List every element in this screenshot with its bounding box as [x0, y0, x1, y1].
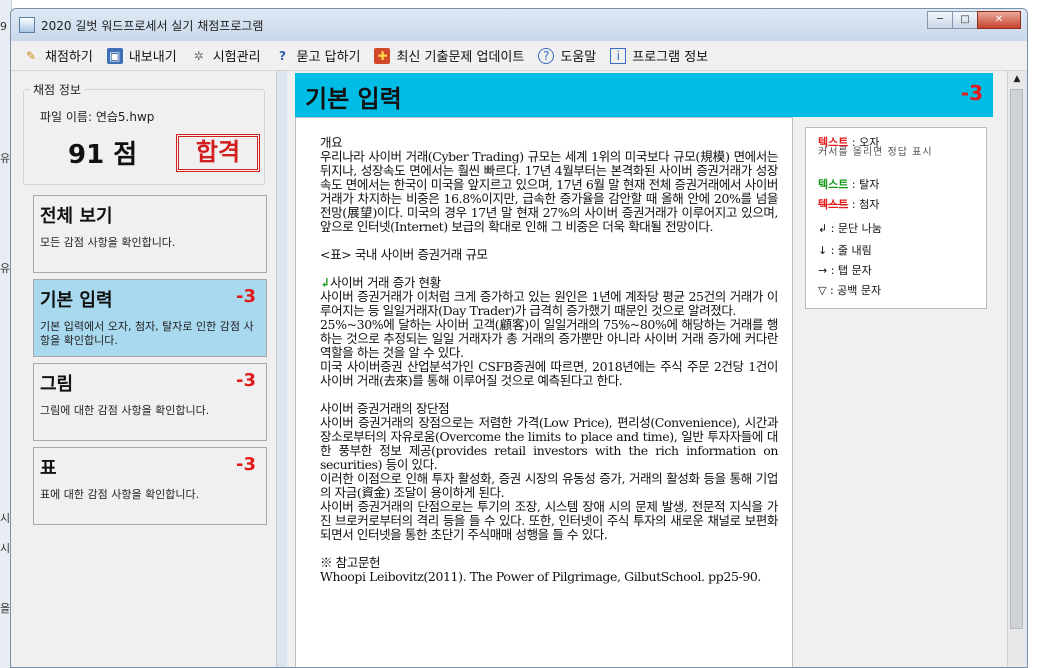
legend-omit: 텍스트 : 탈자: [818, 176, 879, 192]
menu-exam-manage[interactable]: ✲ 시험관리: [191, 46, 261, 66]
doc-line: 사이버 증권거래의 장단점: [320, 401, 450, 416]
legend-extra-label: : 첨자: [848, 198, 880, 211]
card-picture[interactable]: 그림 -3 그림에 대한 감점 사항을 확인합니다.: [33, 363, 267, 441]
doc-blank-line: [320, 542, 778, 556]
doc-line: <표> 국내 사이버 증권거래 규모: [320, 247, 488, 262]
score-group-label: 채점 정보: [30, 81, 84, 98]
menu-label: 최신 기출문제 업데이트: [396, 50, 525, 65]
section-header: 기본 입력 -3: [295, 73, 993, 117]
window-controls: ─ □ ✕: [927, 11, 1021, 29]
card-title: 기본 입력: [40, 290, 113, 311]
legend-typo-note: 커서를 올리면 정답 표시: [818, 147, 933, 158]
desktop-edge-text: 시: [0, 542, 11, 555]
menu-label: 시험관리: [212, 50, 261, 65]
menu-bar: ✎ 채점하기 ▣ 내보내기 ✲ 시험관리 ? 묻고 답하기 ✚ 최신 기출문제 …: [11, 41, 1027, 71]
gear-icon: ✲: [193, 48, 204, 63]
desktop-edge-text: 유: [0, 262, 11, 275]
doc-line: 개요: [320, 135, 343, 150]
legend-linebreak: ↓ : 줄 내림: [818, 244, 872, 257]
sidebar: 채점 정보 파일 이름: 연습5.hwp 91 점 합격 전체 보기 모든 감점…: [11, 71, 277, 667]
card-view-all[interactable]: 전체 보기 모든 감점 사항을 확인합니다.: [33, 195, 267, 273]
card-table[interactable]: 표 -3 표에 대한 감점 사항을 확인합니다.: [33, 447, 267, 525]
doc-line: 사이버 증권거래가 이처럼 크게 증가하고 있는 원인은 1년에 계좌당 평균 …: [320, 289, 778, 318]
doc-blank-line: [320, 388, 778, 402]
menu-label: 묻고 답하기: [296, 50, 361, 65]
gift-icon: ✚: [374, 47, 391, 64]
legend-omit-label: : 탈자: [848, 178, 880, 191]
legend-space: ▽ : 공백 문자: [818, 284, 882, 297]
card-description: 모든 감점 사항을 확인합니다.: [40, 236, 176, 249]
card-basic-input[interactable]: 기본 입력 -3 기본 입력에서 오자, 첨자, 탈자로 인한 감점 사항을 확…: [33, 279, 267, 357]
pencil-icon: ✎: [25, 48, 37, 63]
scroll-up-arrow-icon[interactable]: ▲: [1009, 71, 1025, 87]
app-window: 2020 길벗 워드프로세서 실기 채점프로그램 ─ □ ✕ ✎ 채점하기 ▣ …: [10, 8, 1028, 668]
doc-line: 우리나라 사이버 거래(Cyber Trading) 규모는 세계 1위의 미국…: [320, 149, 778, 234]
doc-line: 25%~30%에 달하는 사이버 고객(顧客)이 일일거래의 75%~80%에 …: [320, 317, 778, 360]
doc-line: Whoopi Leibovitz(2011). The Power of Pil…: [320, 569, 761, 584]
card-title: 표: [40, 458, 57, 479]
menu-qa[interactable]: ? 묻고 답하기: [275, 46, 361, 66]
legend-tab: → : 탭 문자: [818, 264, 872, 277]
app-icon: [19, 17, 35, 33]
menu-update[interactable]: ✚ 최신 기출문제 업데이트: [374, 46, 524, 65]
menu-label: 내보내기: [128, 50, 177, 65]
file-name-label: 파일 이름: 연습5.hwp: [40, 110, 155, 124]
maximize-button[interactable]: □: [952, 11, 978, 29]
doc-blank-line: [320, 234, 778, 248]
card-penalty: -3: [236, 370, 256, 391]
desktop-edge-text: 유: [0, 152, 11, 165]
doc-line: 사이버 증권거래의 단점으로는 투기의 조장, 시스템 장애 시의 문제 발생,…: [320, 499, 778, 542]
document-preview[interactable]: 개요 우리나라 사이버 거래(Cyber Trading) 규모는 세계 1위의…: [295, 117, 793, 667]
menu-help[interactable]: ? 도움말: [538, 46, 596, 65]
document-text: 개요 우리나라 사이버 거래(Cyber Trading) 규모는 세계 1위의…: [320, 136, 778, 584]
scroll-thumb[interactable]: [1010, 89, 1023, 629]
legend-extra-word: 텍스트: [818, 198, 849, 211]
vertical-scrollbar[interactable]: ▲: [1007, 71, 1025, 667]
title-bar[interactable]: 2020 길벗 워드프로세서 실기 채점프로그램 ─ □ ✕: [11, 9, 1027, 41]
paragraph-mark-icon: ↲: [320, 275, 331, 290]
card-penalty: -3: [236, 286, 256, 307]
window-title: 2020 길벗 워드프로세서 실기 채점프로그램: [41, 18, 264, 33]
minimize-button[interactable]: ─: [927, 11, 953, 29]
doc-line: 미국 사이버증권 산업분석가인 CSFB증권에 따르면, 2018년에는 주식 …: [320, 359, 778, 388]
doc-line: 이러한 이점으로 인해 투자 활성화, 증권 시장의 유동성 증가, 거래의 활…: [320, 471, 778, 500]
card-description: 표에 대한 감점 사항을 확인합니다.: [40, 488, 200, 501]
help-icon: ?: [538, 47, 555, 64]
doc-blank-line: [320, 262, 778, 276]
doc-line: ↲사이버 거래 증가 현황: [320, 275, 441, 290]
menu-export[interactable]: ▣ 내보내기: [106, 46, 177, 65]
menu-label: 채점하기: [45, 50, 93, 65]
card-penalty: -3: [236, 454, 256, 475]
score-value: 91 점: [68, 140, 138, 170]
card-title: 전체 보기: [40, 206, 113, 227]
section-title: 기본 입력: [305, 85, 402, 113]
card-description: 그림에 대한 감점 사항을 확인합니다.: [40, 404, 210, 417]
doc-line: 사이버 증권거래의 장점으로는 저렴한 가격(Low Price), 편리성(C…: [320, 415, 778, 472]
card-description: 기본 입력에서 오자, 첨자, 탈자로 인한 감점 사항을 확인합니다.: [40, 320, 254, 347]
score-info-group: 채점 정보 파일 이름: 연습5.hwp 91 점 합격: [23, 81, 265, 185]
desktop-edge-text: 을: [0, 602, 11, 615]
qa-icon: ?: [279, 48, 287, 63]
desktop-edge-text: 9: [0, 20, 7, 33]
save-icon: ▣: [106, 47, 123, 64]
doc-line: ※ 참고문헌: [320, 555, 381, 570]
info-icon: i: [610, 47, 627, 64]
pass-stamp: 합격: [176, 134, 260, 172]
legend-omit-word: 텍스트: [818, 178, 849, 191]
close-button[interactable]: ✕: [977, 11, 1021, 29]
desktop-edge-text: 시: [0, 512, 11, 525]
main-content: 기본 입력 -3 개요 우리나라 사이버 거래(Cyber Trading) 규…: [287, 71, 1007, 667]
menu-label: 도움말: [560, 50, 597, 65]
menu-grade[interactable]: ✎ 채점하기: [23, 46, 93, 66]
card-title: 그림: [40, 374, 74, 395]
menu-program-info[interactable]: i 프로그램 정보: [610, 46, 708, 65]
section-penalty: -3: [960, 81, 983, 105]
legend-panel: 텍스트 : 오자 커서를 올리면 정답 표시 텍스트 : 탈자 텍스트 : 첨자…: [805, 127, 987, 309]
menu-label: 프로그램 정보: [632, 50, 709, 65]
legend-extra: 텍스트 : 첨자: [818, 196, 879, 212]
legend-paragraph: ↲ : 문단 나눔: [818, 222, 882, 235]
